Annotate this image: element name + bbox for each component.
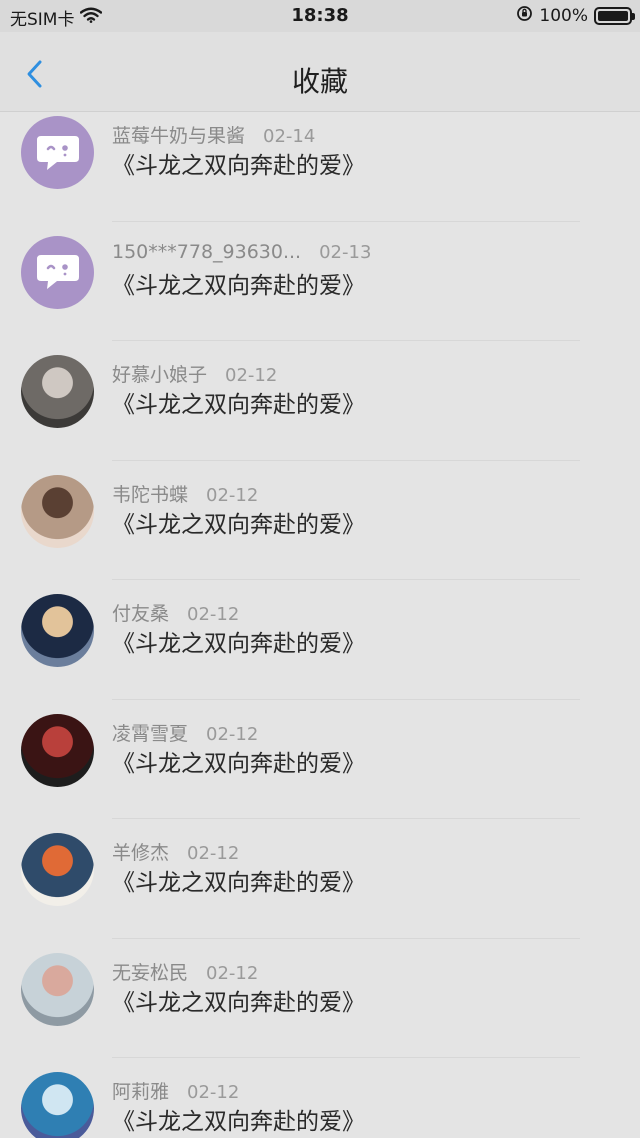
user-name: 阿莉雅 xyxy=(112,1081,170,1103)
item-meta: 无妄松民 02-12 xyxy=(112,958,258,985)
nav-bar: 收藏 xyxy=(0,32,640,112)
user-name: 蓝莓牛奶与果酱 xyxy=(112,125,246,147)
list-item[interactable]: 付友桑 02-12 《斗龙之双向奔赴的爱》 xyxy=(0,580,640,700)
list-item[interactable]: 蓝莓牛奶与果酱 02-14 《斗龙之双向奔赴的爱》 xyxy=(0,112,640,222)
item-title: 《斗龙之双向奔赴的爱》 xyxy=(112,750,365,777)
item-title: 《斗龙之双向奔赴的爱》 xyxy=(112,1109,365,1135)
item-title: 《斗龙之双向奔赴的爱》 xyxy=(112,870,365,896)
item-title: 《斗龙之双向奔赴的爱》 xyxy=(112,989,365,1016)
item-meta: 韦陀书蝶 02-12 xyxy=(112,480,258,507)
orientation-lock-icon xyxy=(516,5,533,27)
item-date: 02-12 xyxy=(187,843,240,864)
list-item[interactable]: 好慕小娘子 02-12 《斗龙之双向奔赴的爱》 xyxy=(0,341,640,461)
item-meta: 阿莉雅 02-12 xyxy=(112,1077,239,1104)
battery-percent: 100% xyxy=(539,6,588,26)
item-date: 02-14 xyxy=(263,126,316,147)
item-meta: 好慕小娘子 02-12 xyxy=(112,360,277,387)
item-date: 02-12 xyxy=(206,962,259,984)
avatar xyxy=(21,833,94,906)
item-title: 《斗龙之双向奔赴的爱》 xyxy=(112,511,365,538)
item-title: 《斗龙之双向奔赴的爱》 xyxy=(112,153,365,179)
item-meta: 150***778_93630... 02-13 xyxy=(112,241,371,263)
user-name: 150***778_93630... xyxy=(112,240,302,263)
item-date: 02-12 xyxy=(187,1082,240,1103)
favorites-list[interactable]: 蓝莓牛奶与果酱 02-14 《斗龙之双向奔赴的爱》 150***778_93630..… xyxy=(0,112,640,1138)
chat-bubble-icon xyxy=(21,235,94,309)
item-date: 02-13 xyxy=(319,241,372,263)
avatar xyxy=(21,474,94,548)
status-bar: 无SIM卡 18:38 100% xyxy=(0,0,640,32)
status-right: 100% xyxy=(516,5,635,27)
item-meta: 凌霄雪夏 02-12 xyxy=(112,719,258,746)
user-name: 韦陀书蝶 xyxy=(112,483,189,506)
user-name: 凌霄雪夏 xyxy=(112,722,189,745)
avatar xyxy=(21,1072,94,1138)
item-date: 02-12 xyxy=(206,484,259,506)
item-date: 02-12 xyxy=(206,723,259,745)
item-title: 《斗龙之双向奔赴的爱》 xyxy=(112,631,365,657)
user-name: 付友桑 xyxy=(112,603,170,625)
avatar xyxy=(21,355,94,428)
chat-bubble-icon xyxy=(21,116,94,189)
item-title: 《斗龙之双向奔赴的爱》 xyxy=(112,392,365,418)
list-item[interactable]: 无妄松民 02-12 《斗龙之双向奔赴的爱》 xyxy=(0,939,640,1059)
user-name: 无妄松民 xyxy=(112,961,189,984)
list-item[interactable]: 羊修杰 02-12 《斗龙之双向奔赴的爱》 xyxy=(0,819,640,939)
favorites-list-inner: 蓝莓牛奶与果酱 02-14 《斗龙之双向奔赴的爱》 150***778_93630..… xyxy=(0,112,640,1138)
item-meta: 羊修杰 02-12 xyxy=(112,838,239,865)
user-name: 羊修杰 xyxy=(112,842,170,864)
item-date: 02-12 xyxy=(225,365,278,386)
avatar xyxy=(21,594,94,667)
list-item[interactable]: 150***778_93630... 02-13 《斗龙之双向奔赴的爱》 xyxy=(0,222,640,342)
page-title: 收藏 xyxy=(291,65,348,98)
item-title: 《斗龙之双向奔赴的爱》 xyxy=(112,272,365,299)
list-item[interactable]: 韦陀书蝶 02-12 《斗龙之双向奔赴的爱》 xyxy=(0,461,640,581)
item-date: 02-12 xyxy=(187,604,240,625)
battery-icon xyxy=(594,7,635,25)
avatar xyxy=(21,952,94,1026)
user-name: 好慕小娘子 xyxy=(112,364,208,386)
item-meta: 付友桑 02-12 xyxy=(112,599,239,626)
item-meta: 蓝莓牛奶与果酱 02-14 xyxy=(112,121,315,148)
list-item[interactable]: 凌霄雪夏 02-12 《斗龙之双向奔赴的爱》 xyxy=(0,700,640,820)
list-item[interactable]: 阿莉雅 02-12 《斗龙之双向奔赴的爱》 xyxy=(0,1058,640,1138)
avatar xyxy=(21,713,94,787)
